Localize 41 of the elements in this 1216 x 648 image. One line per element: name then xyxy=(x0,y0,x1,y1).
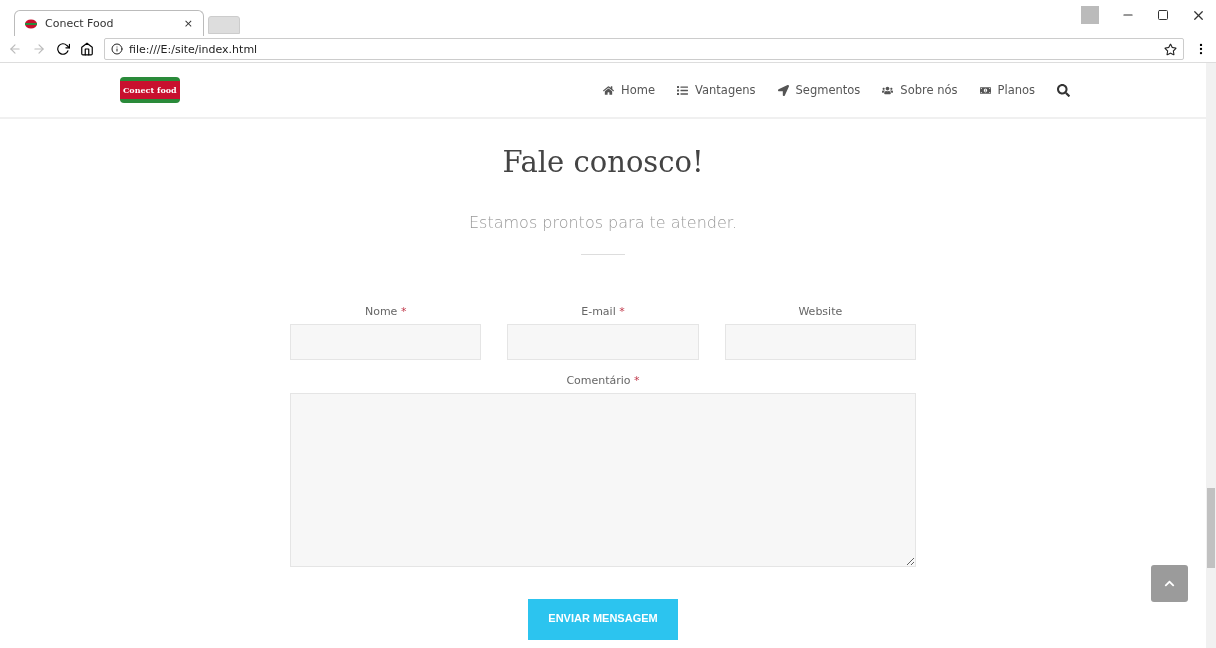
address-bar[interactable]: file:///E:/site/index.html xyxy=(104,38,1184,60)
input-field[interactable] xyxy=(507,324,699,360)
url-text: file:///E:/site/index.html xyxy=(129,42,259,56)
banknote-icon xyxy=(979,84,991,96)
input-field[interactable] xyxy=(724,324,916,360)
field-label: Comentário * xyxy=(566,374,640,387)
nav-link[interactable]: Vantagens xyxy=(677,83,756,97)
new-tab-button[interactable] xyxy=(208,16,240,34)
comment-field[interactable] xyxy=(290,393,916,567)
search-button[interactable] xyxy=(1057,83,1070,97)
profile-button[interactable] xyxy=(1081,6,1099,24)
tomato-icon xyxy=(25,18,37,29)
restore-icon[interactable] xyxy=(1157,9,1169,21)
input-field[interactable] xyxy=(290,324,482,360)
section-subtitle: Estamos prontos para te atender. xyxy=(469,213,737,232)
info-icon xyxy=(111,43,123,55)
nav-link[interactable]: Segmentos xyxy=(777,83,861,97)
star-icon[interactable] xyxy=(1164,42,1177,56)
chevron-up-icon xyxy=(1164,578,1175,589)
back-to-top-button[interactable] xyxy=(1151,565,1188,602)
back-icon[interactable] xyxy=(8,42,22,56)
home-icon[interactable] xyxy=(80,42,94,56)
list-icon xyxy=(677,84,688,96)
nav-link[interactable]: Sobre nós xyxy=(882,83,958,97)
scrollbar[interactable] xyxy=(1206,63,1216,648)
reload-icon[interactable] xyxy=(56,42,70,56)
browser-tab[interactable]: Conect Food × xyxy=(14,10,204,36)
forward-icon[interactable] xyxy=(32,42,46,56)
tab-title: Conect Food xyxy=(45,17,115,30)
search-icon xyxy=(1057,83,1070,97)
home-icon xyxy=(603,84,615,96)
nav-link[interactable]: Home xyxy=(603,83,655,97)
section-title: Fale conosco! xyxy=(502,145,704,179)
site-logo[interactable]: Conect food xyxy=(120,77,180,103)
field-label: Website xyxy=(798,305,843,318)
field-label: E-mail * xyxy=(581,305,625,318)
field-label: Nome * xyxy=(364,305,407,318)
users-icon xyxy=(882,84,894,96)
arrow-icon xyxy=(777,84,789,96)
nav-link[interactable]: Planos xyxy=(979,83,1035,97)
tab-close[interactable]: × xyxy=(183,17,193,30)
